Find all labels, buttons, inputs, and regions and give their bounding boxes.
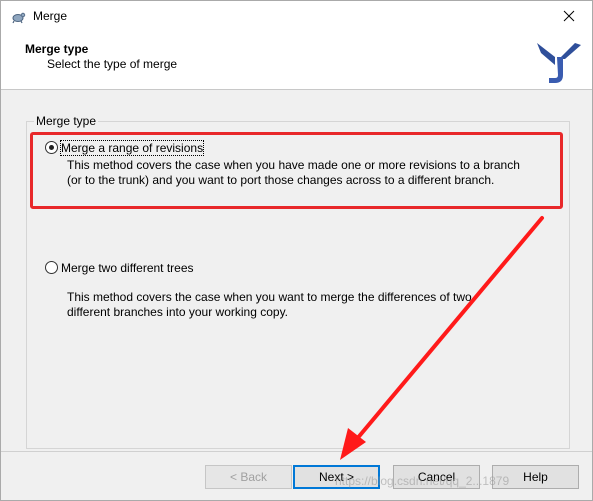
close-icon xyxy=(563,10,575,22)
merge-logo-icon xyxy=(537,43,581,83)
page-title: Merge type xyxy=(25,42,89,56)
merge-dialog: Merge Merge type Select the type of merg… xyxy=(0,0,593,501)
description-line: different branches into your working cop… xyxy=(67,305,289,319)
watermark-text: https://blog.csdn.net/qq_2...1879 xyxy=(335,474,510,488)
description-line: This method covers the case when you wan… xyxy=(67,290,472,304)
highlight-box xyxy=(30,132,563,209)
tortoise-icon xyxy=(12,12,26,24)
group-legend: Merge type xyxy=(34,114,99,128)
merge-trees-description: This method covers the case when you wan… xyxy=(67,290,472,320)
title-bar: Merge xyxy=(1,1,592,33)
window-title: Merge xyxy=(33,9,68,23)
radio-label-merge-trees[interactable]: Merge two different trees xyxy=(61,261,194,275)
wizard-header: Merge type Select the type of merge xyxy=(1,33,592,90)
close-button[interactable] xyxy=(546,1,592,31)
back-button[interactable]: < Back xyxy=(205,465,292,489)
footer-divider xyxy=(1,451,592,452)
radio-merge-trees[interactable] xyxy=(45,261,58,274)
page-subtitle: Select the type of merge xyxy=(47,57,178,71)
